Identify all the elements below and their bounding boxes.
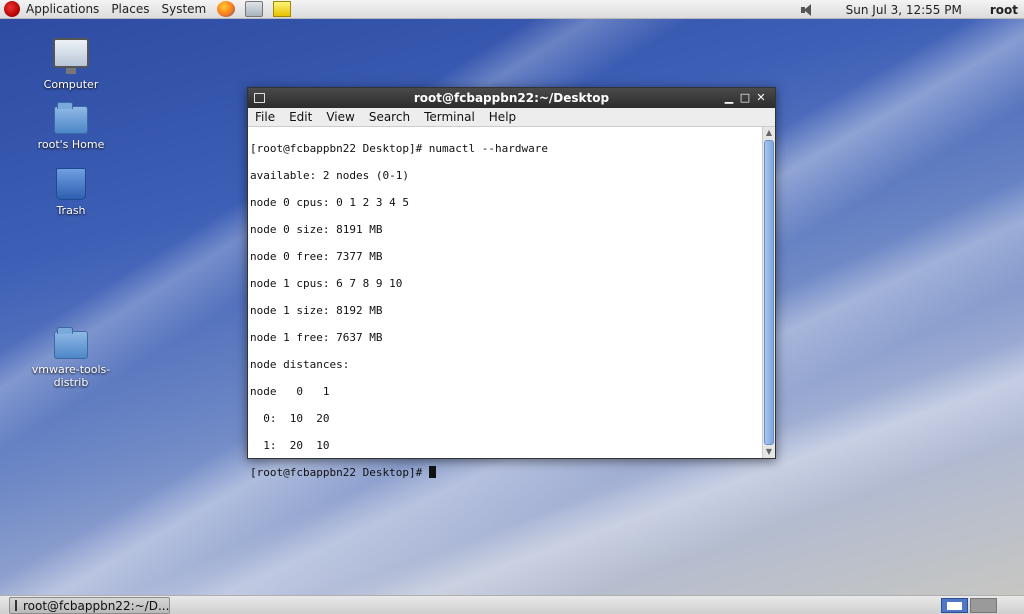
folder-icon [54, 327, 88, 359]
terminal-window[interactable]: root@fcbappbn22:~/Desktop ▁ □ ✕ File Edi… [247, 87, 776, 479]
workspace-1[interactable] [941, 598, 968, 613]
scroll-thumb[interactable] [764, 140, 774, 445]
desktop-icon-vmware-tools[interactable]: vmware-tools-distrib [26, 327, 116, 389]
scroll-up-arrow-icon[interactable]: ▲ [763, 127, 775, 139]
workspace-2[interactable] [970, 598, 997, 613]
menu-search[interactable]: Search [362, 110, 417, 124]
panel-right: Sun Jul 3, 12:55 PM root [800, 0, 1024, 19]
terminal-menubar: File Edit View Search Terminal Help [248, 108, 775, 127]
desktop-icon-label: vmware-tools-distrib [31, 363, 111, 389]
top-panel: Applications Places System Sun Jul 3, 12… [0, 0, 1024, 19]
terminal-body[interactable]: [root@fcbappbn22 Desktop]# numactl --har… [248, 127, 775, 479]
terminal-output: [root@fcbappbn22 Desktop]# numactl --har… [250, 128, 760, 506]
desktop-icon-label: Trash [56, 204, 86, 217]
applications-menu-label: Applications [26, 2, 100, 16]
fedora-logo-icon [4, 1, 20, 17]
terminal-line: node 1 size: 8192 MB [250, 303, 383, 317]
terminal-line: 0: 10 20 [250, 411, 330, 425]
trash-icon [56, 168, 86, 200]
close-icon[interactable]: ✕ [753, 90, 769, 106]
user-menu[interactable]: root [990, 3, 1018, 17]
terminal-line: node 0 free: 7377 MB [250, 249, 383, 263]
menu-terminal[interactable]: Terminal [417, 110, 482, 124]
terminal-titlebar[interactable]: root@fcbappbn22:~/Desktop ▁ □ ✕ [248, 88, 775, 108]
terminal-line: node distances: [250, 357, 350, 371]
menu-file[interactable]: File [248, 110, 282, 124]
menu-view[interactable]: View [319, 110, 361, 124]
volume-icon[interactable] [800, 3, 818, 17]
terminal-line: available: 2 nodes (0-1) [250, 168, 409, 182]
system-menu-label: System [161, 2, 207, 16]
notes-launcher-icon[interactable] [273, 1, 292, 17]
firefox-launcher-icon[interactable] [217, 1, 236, 17]
terminal-line: node 0 1 [250, 384, 330, 398]
terminal-line: node 1 cpus: 6 7 8 9 10 [250, 276, 403, 290]
terminal-line: [root@fcbappbn22 Desktop]# numactl --har… [250, 141, 549, 155]
terminal-icon [15, 600, 17, 611]
terminal-line: node 0 size: 8191 MB [250, 222, 383, 236]
applications-menu[interactable]: Applications [0, 0, 105, 19]
menu-edit[interactable]: Edit [282, 110, 319, 124]
desktop-icon-computer[interactable]: Computer [26, 38, 116, 91]
vertical-scrollbar[interactable]: ▲ ▼ [762, 127, 775, 458]
computer-icon [53, 38, 89, 74]
minimize-icon[interactable]: ▁ [721, 90, 737, 106]
menu-help[interactable]: Help [482, 110, 523, 124]
places-menu[interactable]: Places [105, 0, 155, 19]
desktop-icon-trash[interactable]: Trash [26, 168, 116, 217]
scroll-down-arrow-icon[interactable]: ▼ [763, 446, 775, 458]
desktop-icon-label: root's Home [37, 138, 105, 151]
bottom-panel: root@fcbappbn22:~/D... [0, 595, 1024, 614]
maximize-icon[interactable]: □ [737, 90, 753, 106]
prompt-line: [root@fcbappbn22 Desktop]# [250, 465, 760, 480]
window-title: root@fcbappbn22:~/Desktop [413, 91, 610, 105]
mail-launcher-icon[interactable] [245, 1, 264, 17]
desktop-icon-label: Computer [43, 78, 99, 91]
terminal-icon [254, 93, 265, 103]
places-menu-label: Places [111, 2, 150, 16]
desktop-icon-home[interactable]: root's Home [26, 102, 116, 151]
text-cursor [428, 465, 436, 478]
terminal-line: 1: 20 10 [250, 438, 330, 452]
taskbar-button-label: root@fcbappbn22:~/D... [23, 598, 170, 613]
terminal-line: node 0 cpus: 0 1 2 3 4 5 [250, 195, 409, 209]
home-folder-icon [54, 102, 88, 134]
taskbar-terminal-button[interactable]: root@fcbappbn22:~/D... [9, 597, 170, 614]
terminal-line: node 1 free: 7637 MB [250, 330, 383, 344]
system-menu[interactable]: System [155, 0, 212, 19]
prompt-text: [root@fcbappbn22 Desktop]# [250, 465, 429, 479]
clock[interactable]: Sun Jul 3, 12:55 PM [846, 3, 962, 17]
